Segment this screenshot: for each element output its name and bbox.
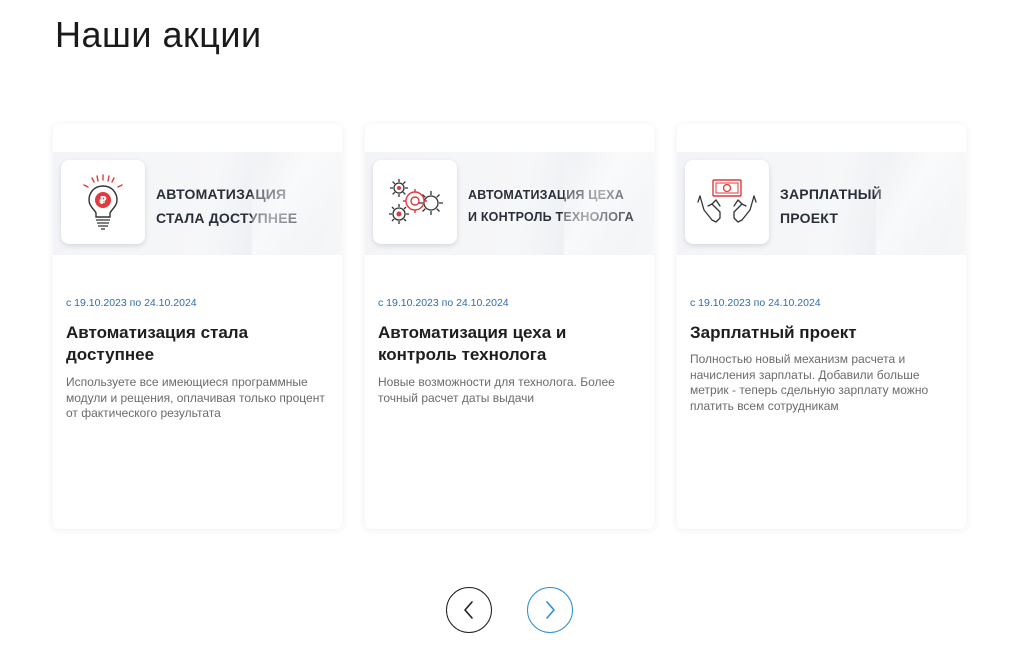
promo-banner-line: ЗАРПЛАТНЫЙ — [780, 186, 882, 202]
promo-dates: с 19.10.2023 по 24.10.2024 — [378, 297, 509, 309]
promo-banner-line: И КОНТРОЛЬ ТЕХНОЛОГА — [468, 210, 634, 224]
carousel-next-button[interactable] — [527, 587, 573, 633]
promo-banner: ₽ АВТОМАТИЗАЦИЯ СТАЛА ДОСТУПНЕЕ — [53, 152, 342, 255]
promo-card[interactable]: ₽ АВТОМАТИЗАЦИЯ СТАЛА ДОСТУПНЕЕ с 19.10.… — [53, 124, 342, 529]
promo-title[interactable]: Автоматизация цеха и контроль технолога — [378, 322, 643, 366]
promo-banner-text: ЗАРПЛАТНЫЙ ПРОЕКТ — [780, 182, 882, 230]
promo-description: Новые возможности для технолога. Более т… — [378, 375, 615, 405]
promo-banner-text: АВТОМАТИЗАЦИЯ ЦЕХА И КОНТРОЛЬ ТЕХНОЛОГА — [468, 184, 634, 228]
page-title: Наши акции — [55, 14, 262, 55]
promo-banner-line: АВТОМАТИЗАЦИЯ — [156, 186, 287, 202]
promo-title[interactable]: Зарплатный проект — [690, 322, 955, 344]
promo-dates: с 19.10.2023 по 24.10.2024 — [690, 297, 821, 309]
promo-title[interactable]: Автоматизация стала доступнее — [66, 322, 331, 366]
promo-card[interactable]: АВТОМАТИЗАЦИЯ ЦЕХА И КОНТРОЛЬ ТЕХНОЛОГА … — [365, 124, 654, 529]
chevron-left-icon — [464, 601, 473, 619]
promo-description: Используете все имеющиеся программные мо… — [66, 375, 325, 420]
hands-money-icon — [685, 160, 769, 244]
lightbulb-ruble-icon: ₽ — [61, 160, 145, 244]
promo-banner: ЗАРПЛАТНЫЙ ПРОЕКТ — [677, 152, 966, 255]
promo-banner-text: АВТОМАТИЗАЦИЯ СТАЛА ДОСТУПНЕЕ — [156, 182, 297, 230]
gears-icon — [373, 160, 457, 244]
promo-banner-line: ПРОЕКТ — [780, 210, 839, 226]
promo-card[interactable]: ЗАРПЛАТНЫЙ ПРОЕКТ с 19.10.2023 по 24.10.… — [677, 124, 966, 529]
promo-description: Полностью новый механизм расчета и начис… — [690, 352, 929, 413]
promo-dates: с 19.10.2023 по 24.10.2024 — [66, 297, 197, 309]
promo-carousel: ₽ АВТОМАТИЗАЦИЯ СТАЛА ДОСТУПНЕЕ с 19.10.… — [53, 124, 966, 531]
promo-banner: АВТОМАТИЗАЦИЯ ЦЕХА И КОНТРОЛЬ ТЕХНОЛОГА — [365, 152, 654, 255]
promo-banner-line: АВТОМАТИЗАЦИЯ ЦЕХА — [468, 188, 624, 202]
svg-text:₽: ₽ — [99, 194, 107, 207]
promo-banner-line: СТАЛА ДОСТУПНЕЕ — [156, 210, 298, 226]
carousel-prev-button[interactable] — [446, 587, 492, 633]
chevron-right-icon — [546, 601, 555, 619]
promotions-section: Наши акции ₽ АВТОМАТИЗАЦИЯ СТАЛА ДОСТУПН… — [0, 0, 1024, 645]
